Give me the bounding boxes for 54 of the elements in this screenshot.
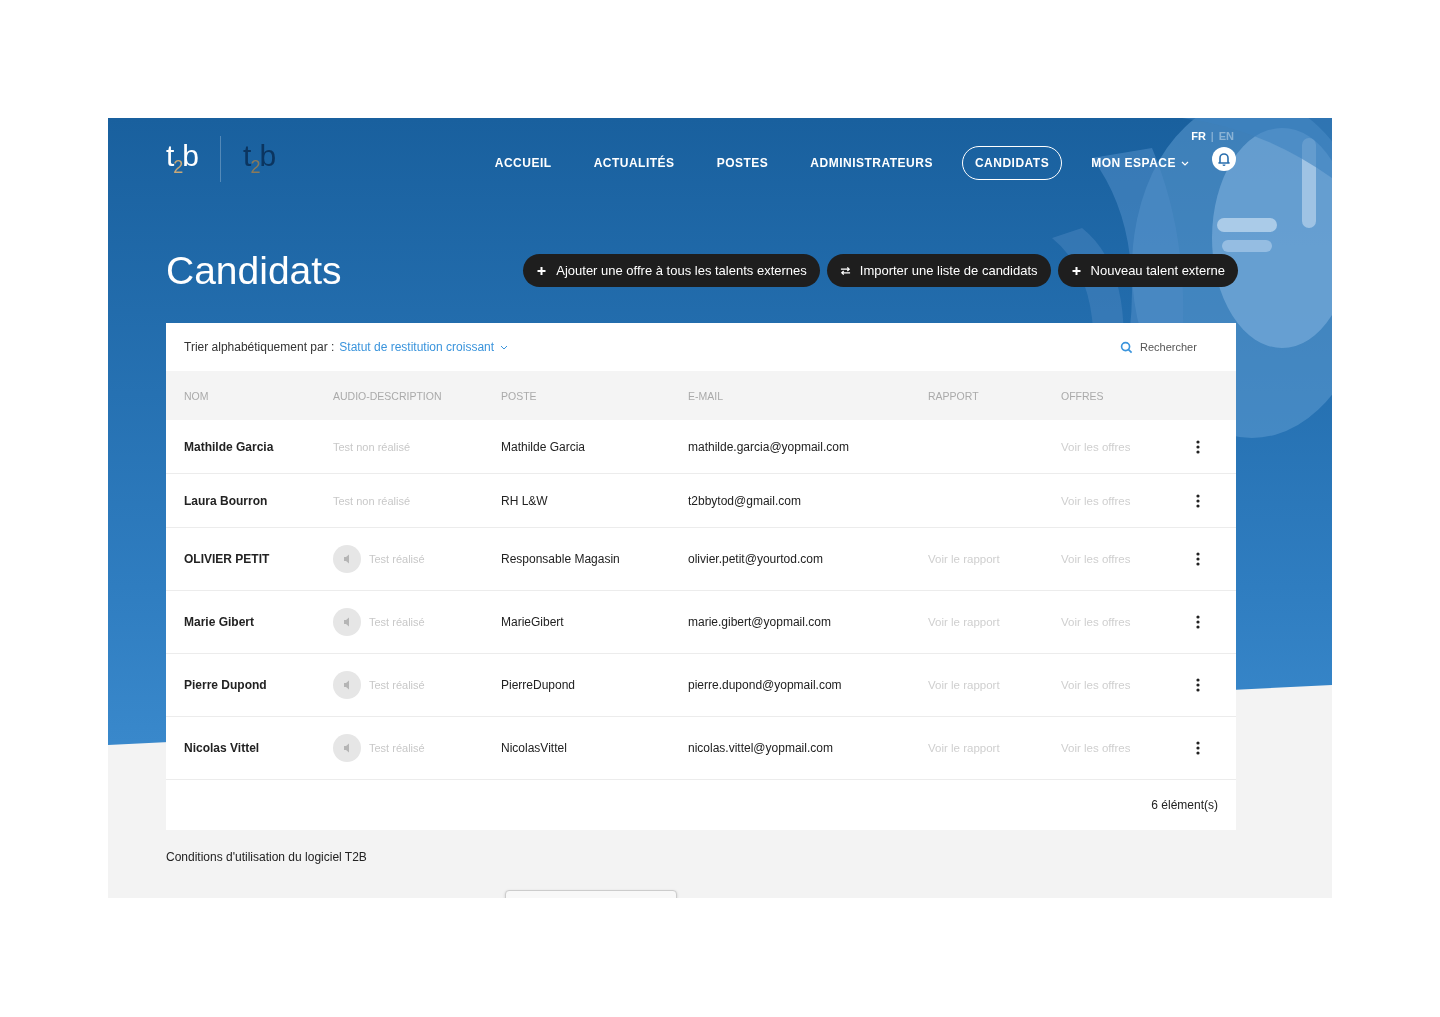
swap-icon[interactable] bbox=[839, 265, 851, 276]
more-icon[interactable] bbox=[1196, 439, 1200, 454]
table-cell-text: Nicolas Vittel bbox=[184, 741, 261, 755]
nav-item[interactable]: POSTES bbox=[703, 146, 782, 180]
table-cell-text: t2bbytod@gmail.com bbox=[688, 493, 802, 508]
more-icon[interactable] bbox=[1196, 678, 1200, 692]
table-cell-text: olivier.petit@yourtod.com bbox=[688, 552, 824, 566]
nav-item[interactable]: ACTUALITÉS bbox=[580, 146, 688, 180]
language-separator: | bbox=[1210, 130, 1214, 142]
item-count: 6 élément(s) bbox=[1151, 798, 1218, 812]
table-cell-text: MarieGibert bbox=[501, 615, 565, 629]
search-field[interactable]: Rechercher bbox=[1120, 340, 1218, 354]
table-cell-text: PierreDupond bbox=[501, 678, 577, 692]
language-link[interactable]: FR bbox=[1191, 130, 1206, 142]
logo[interactable]: t$_{2}$b bbox=[166, 136, 199, 187]
bell-icon[interactable] bbox=[1212, 147, 1236, 171]
column-header: OFFRES bbox=[1061, 389, 1105, 402]
sort-label: Trier alphabétiquement par : bbox=[184, 340, 335, 354]
nav-item[interactable]: ACCUEIL bbox=[481, 146, 565, 180]
column-header: E-MAIL bbox=[688, 389, 724, 402]
terms-link[interactable]: Conditions d'utilisation du logiciel T2B bbox=[166, 850, 367, 864]
plus-icon[interactable] bbox=[1070, 265, 1082, 276]
table-cell-text: pierre.dupond@yopmail.com bbox=[688, 678, 843, 692]
table-cell-text: Mathilde Garcia bbox=[501, 439, 587, 454]
more-icon[interactable] bbox=[1196, 741, 1200, 755]
page-title: Candidats bbox=[166, 248, 342, 293]
action-button[interactable]: Importer une liste de candidats bbox=[826, 254, 1051, 287]
table-cell-text: marie.gibert@yopmail.com bbox=[688, 615, 832, 629]
table-cell-text: mathilde.garcia@yopmail.com bbox=[688, 439, 850, 454]
column-header: NOM bbox=[184, 389, 210, 402]
table-cell-text: NicolasVittel bbox=[501, 741, 568, 755]
column-header: POSTE bbox=[501, 389, 538, 402]
nav-item[interactable]: MON ESPACE bbox=[1078, 146, 1202, 180]
caret-icon[interactable] bbox=[500, 344, 509, 350]
table-cell-text: OLIVIER PETIT bbox=[184, 552, 271, 566]
nav-item[interactable]: ADMINISTRATEURS bbox=[797, 146, 946, 180]
table-cell-text: Laura Bourron bbox=[184, 493, 269, 508]
table-cell-text: RH L&W bbox=[501, 493, 549, 508]
more-icon[interactable] bbox=[1196, 615, 1200, 629]
sort-dropdown[interactable]: Statut de restitution croissant bbox=[339, 340, 509, 354]
action-button[interactable]: Nouveau talent externe bbox=[1057, 254, 1238, 287]
column-header: AUDIO-DESCRIPTION bbox=[333, 389, 443, 402]
logo: t$_{2}$b bbox=[243, 138, 276, 179]
search-icon[interactable] bbox=[1120, 340, 1133, 354]
more-icon[interactable] bbox=[1196, 493, 1200, 508]
table-cell-text: Marie Gibert bbox=[184, 615, 256, 629]
table-cell-text: Responsable Magasin bbox=[501, 552, 621, 566]
table-cell-text: nicolas.vittel@yopmail.com bbox=[688, 741, 834, 755]
table-cell-text: Mathilde Garcia bbox=[184, 439, 275, 454]
table-cell-text: Pierre Dupond bbox=[184, 678, 268, 692]
more-icon[interactable] bbox=[1196, 552, 1200, 566]
column-header: RAPPORT bbox=[928, 389, 980, 402]
plus-icon[interactable] bbox=[536, 265, 548, 276]
action-button[interactable]: Ajouter une offre à tous les talents externes bbox=[523, 254, 820, 287]
